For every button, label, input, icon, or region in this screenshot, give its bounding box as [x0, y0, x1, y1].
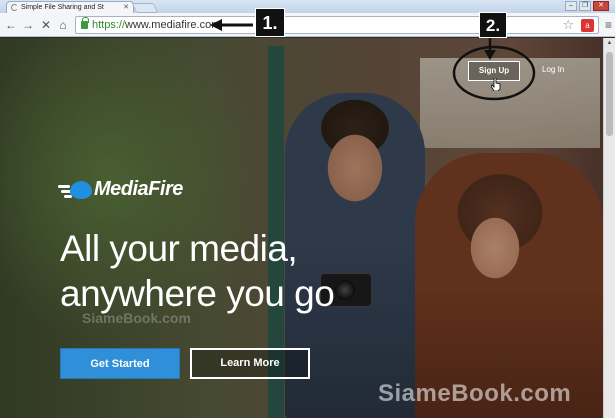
mediafire-homepage: MediaFire All your media, anywhere you g…	[0, 38, 603, 418]
learn-more-button[interactable]: Learn More	[190, 348, 310, 379]
step-2-label: 2.	[479, 12, 507, 38]
browser-toolbar: ← → ✕ ⌂ https://www.mediafire.com ☆ a ≡	[0, 13, 615, 37]
headline-line-1: All your media,	[60, 228, 298, 269]
mediafire-logo[interactable]: MediaFire	[58, 178, 183, 201]
hero-headline: All your media, anywhere you go	[60, 226, 335, 316]
url-text: https://www.mediafire.com	[92, 19, 221, 31]
home-icon[interactable]: ⌂	[56, 18, 70, 32]
get-started-button[interactable]: Get Started	[60, 348, 180, 379]
bookmark-star-icon[interactable]: ☆	[562, 17, 574, 33]
close-tab-icon[interactable]: ✕	[123, 2, 129, 13]
extension-icon[interactable]: a	[581, 19, 594, 32]
step-1-label: 1.	[255, 8, 285, 37]
watermark-faint: SiameBook.com	[82, 310, 191, 326]
new-tab-button[interactable]	[131, 3, 159, 13]
brand-name: MediaFire	[94, 178, 183, 200]
tab-title: Simple File Sharing and St	[21, 4, 104, 11]
scroll-up-icon[interactable]: ▲	[604, 38, 615, 49]
hand-cursor-icon	[491, 78, 501, 91]
vertical-scrollbar[interactable]: ▲	[603, 38, 615, 418]
menu-icon[interactable]: ≡	[605, 18, 612, 32]
loading-icon	[11, 4, 18, 11]
stop-icon[interactable]: ✕	[39, 18, 53, 32]
forward-icon[interactable]: →	[21, 18, 35, 32]
scroll-thumb[interactable]	[606, 52, 613, 136]
watermark: SiameBook.com	[378, 380, 572, 407]
address-bar[interactable]: https://www.mediafire.com ☆ a	[75, 16, 599, 34]
log-in-link[interactable]: Log In	[542, 65, 564, 74]
browser-titlebar: Simple File Sharing and St ✕ – ❐ ✕	[0, 0, 615, 14]
window-controls: – ❐ ✕	[565, 1, 609, 11]
close-window-button[interactable]: ✕	[593, 1, 609, 11]
mediafire-flame-icon	[58, 180, 92, 200]
minimize-button[interactable]: –	[565, 1, 577, 11]
lock-icon	[81, 17, 89, 29]
restore-button[interactable]: ❐	[579, 1, 591, 11]
back-icon[interactable]: ←	[4, 18, 18, 32]
